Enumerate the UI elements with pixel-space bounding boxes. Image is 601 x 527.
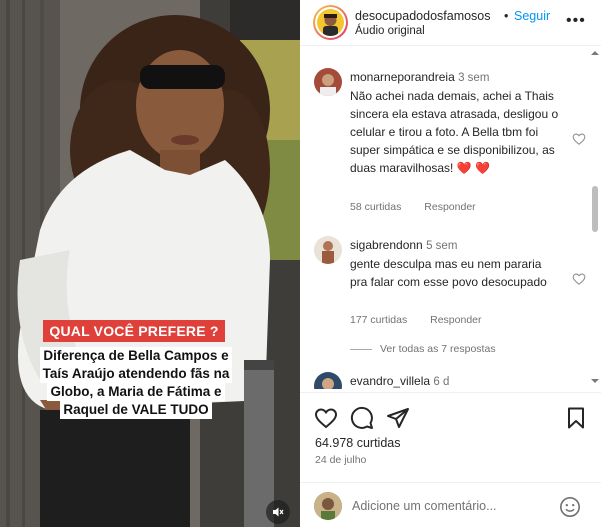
caption-line-2: Taís Araújo atendendo fãs na — [39, 365, 233, 383]
replies-divider — [350, 348, 372, 350]
comment-icon[interactable] — [350, 406, 374, 430]
comment-body: evandro_villela 6 d — [350, 372, 562, 389]
caption-question: QUAL VOCÊ PREFERE ? — [43, 320, 225, 342]
comment-meta: 177 curtidas Responder — [350, 314, 502, 326]
comment-body: monarneporandreia 3 sem Não achei nada d… — [350, 68, 562, 177]
follow-button[interactable]: Seguir — [514, 9, 550, 23]
comments-list: monarneporandreia 3 sem Não achei nada d… — [300, 47, 601, 389]
post-media[interactable]: QUAL VOCÊ PREFERE ? Diferença de Bella C… — [0, 0, 300, 527]
comment-meta: 58 curtidas Responder — [350, 201, 496, 213]
audio-toggle-button[interactable] — [266, 500, 290, 524]
comment-timestamp[interactable]: 3 sem — [458, 72, 489, 84]
view-replies-button[interactable]: Ver todas as 7 respostas — [350, 343, 496, 355]
comments-scrollbar[interactable] — [589, 47, 601, 391]
view-replies-label: Ver todas as 7 respostas — [380, 343, 496, 355]
header-separator: • — [504, 9, 509, 23]
comment-like-count[interactable]: 177 curtidas — [350, 314, 407, 326]
current-user-avatar — [314, 492, 342, 520]
scroll-up-arrow-icon[interactable] — [591, 49, 599, 57]
commenter-username-link[interactable]: evandro_villela — [350, 374, 430, 388]
save-icon[interactable] — [564, 406, 588, 430]
post-date[interactable]: 24 de julho — [315, 454, 366, 466]
post-actions: 64.978 curtidas 24 de julho — [300, 392, 601, 472]
more-options-icon[interactable]: ••• — [566, 12, 586, 30]
comment-input[interactable] — [352, 496, 552, 516]
comment-like-count[interactable]: 58 curtidas — [350, 201, 401, 213]
emoji-icon[interactable] — [559, 496, 581, 518]
author-avatar[interactable] — [313, 5, 348, 40]
commenter-username-link[interactable]: monarneporandreia — [350, 70, 455, 84]
comment-body: sigabrendonn 5 sem gente desculpa mas eu… — [350, 236, 562, 291]
commenter-avatar[interactable] — [314, 236, 342, 264]
post-photo — [0, 0, 300, 527]
caption-line-3: Globo, a Maria de Fátima e — [47, 383, 225, 401]
caption-text: Diferença de Bella Campos e Taís Araújo … — [25, 347, 247, 419]
comment-text: gente desculpa mas eu nem pararia pra fa… — [350, 257, 547, 289]
scroll-down-arrow-icon[interactable] — [591, 377, 599, 385]
share-icon[interactable] — [386, 406, 410, 430]
caption-line-1: Diferença de Bella Campos e — [40, 347, 232, 365]
comment-timestamp[interactable]: 5 sem — [426, 240, 457, 252]
reply-button[interactable]: Responder — [424, 201, 475, 213]
post-details-panel: desocupadodosfamosos • Seguir Áudio orig… — [300, 0, 601, 527]
comment-text: Não achei nada demais, achei a Thais sin… — [350, 89, 559, 175]
like-comment-heart-icon[interactable] — [572, 132, 586, 146]
caption-line-4: Raquel de VALE TUDO — [60, 401, 212, 419]
commenter-username-link[interactable]: sigabrendonn — [350, 238, 423, 252]
likes-count[interactable]: 64.978 curtidas — [315, 436, 400, 450]
comment-emoji: ❤️ ❤️ — [456, 161, 490, 175]
add-comment-bar — [300, 482, 601, 527]
commenter-avatar[interactable] — [314, 68, 342, 96]
reply-button[interactable]: Responder — [430, 314, 481, 326]
commenter-avatar[interactable] — [314, 372, 342, 389]
scrollbar-thumb[interactable] — [592, 186, 598, 232]
like-comment-heart-icon[interactable] — [572, 272, 586, 286]
author-username-link[interactable]: desocupadodosfamosos — [355, 9, 491, 23]
heart-icon[interactable] — [314, 406, 338, 430]
audio-link[interactable]: Áudio original — [355, 25, 425, 37]
speaker-muted-icon — [273, 507, 284, 517]
post-header: desocupadodosfamosos • Seguir Áudio orig… — [300, 0, 601, 46]
comment-timestamp[interactable]: 6 d — [433, 376, 449, 388]
